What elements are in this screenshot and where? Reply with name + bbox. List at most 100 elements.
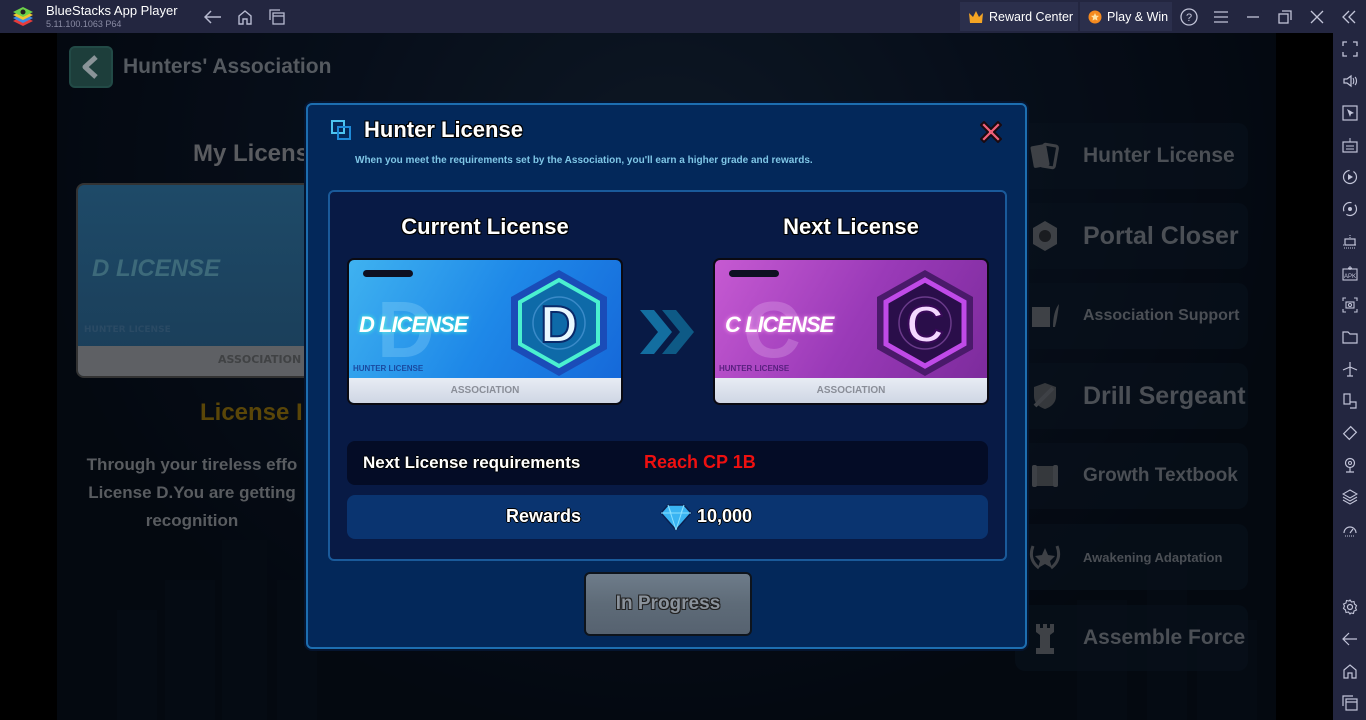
dialog-subtitle: When you meet the requirements set by th… <box>355 155 813 166</box>
cards-icon <box>1027 138 1063 174</box>
help-button[interactable]: ? <box>1178 6 1200 28</box>
association-label: ASSOCIATION <box>218 353 302 366</box>
card-name: D LICENSE <box>359 312 468 337</box>
collapse-sidebar-button[interactable] <box>1338 6 1360 28</box>
close-window-button[interactable] <box>1306 6 1328 28</box>
rewards-label: Rewards <box>506 506 582 526</box>
rook-icon <box>1027 620 1063 656</box>
menu-item-label: Drill Sergeant <box>1083 381 1246 410</box>
double-chevron-left-icon <box>1342 10 1356 24</box>
apk-install-icon[interactable]: APK <box>1339 262 1361 284</box>
menu-item-label: Portal Closer <box>1083 221 1239 250</box>
menu-item-label: Awakening Adaptation <box>1083 549 1223 565</box>
menu-button[interactable] <box>1210 6 1232 28</box>
rotate-icon[interactable] <box>1339 422 1361 444</box>
back-icon[interactable] <box>1339 628 1361 650</box>
in-progress-label: In Progress <box>615 593 721 614</box>
close-icon <box>1310 10 1324 24</box>
in-progress-button[interactable]: In Progress <box>584 572 752 636</box>
rewards-row: Rewards 10,000 <box>347 495 988 539</box>
current-license-title: Current License <box>401 214 569 239</box>
close-icon <box>980 121 1002 143</box>
airplane-icon[interactable] <box>1339 358 1361 380</box>
svg-text:D: D <box>540 296 578 354</box>
maximize-button[interactable] <box>1274 6 1296 28</box>
menu-item-hunter-license[interactable]: Hunter License <box>1015 123 1248 189</box>
menu-item-label: Growth Textbook <box>1083 465 1238 486</box>
settings-icon[interactable] <box>1339 596 1361 618</box>
screenshot-icon[interactable] <box>1339 294 1361 316</box>
menu-item-awakening-adaptation[interactable]: Awakening Adaptation <box>1015 524 1248 590</box>
license-description: Through your tireless effo License D.You… <box>62 451 322 535</box>
close-dialog-button[interactable] <box>976 117 1006 147</box>
game-viewport[interactable]: Hunters' Association My Licens D LICENSE… <box>0 33 1333 720</box>
association-label: ASSOCIATION <box>816 385 886 396</box>
windows-icon <box>269 9 285 25</box>
scroll-icon <box>1027 458 1063 494</box>
recent-apps-icon[interactable] <box>1339 692 1361 714</box>
license-panel: Current License Next License D D LICENSE… <box>328 190 1007 561</box>
minimize-button[interactable] <box>1242 6 1264 28</box>
svg-text:APK: APK <box>1344 274 1356 280</box>
crown-icon <box>969 10 983 23</box>
card-name: C LICENSE <box>725 312 834 337</box>
fullscreen-icon[interactable] <box>1339 38 1361 60</box>
folder-icon[interactable] <box>1339 326 1361 348</box>
requirements-label: Next License requirements <box>363 453 581 472</box>
double-chevron-right-icon <box>636 302 696 362</box>
hunter-license-label: HUNTER LICENSE <box>84 325 171 335</box>
multi-window-button[interactable] <box>266 6 288 28</box>
description-line: License D.You are getting <box>88 483 296 502</box>
bluestacks-sidebar: APK <box>1333 33 1366 720</box>
next-license-title: Next License <box>783 214 919 239</box>
home-icon <box>238 10 252 25</box>
menu-item-label: Assemble Force <box>1083 626 1246 649</box>
help-icon: ? <box>1180 8 1198 26</box>
performance-icon[interactable] <box>1339 518 1361 540</box>
reward-center-button[interactable]: Reward Center <box>960 2 1078 31</box>
license-card-name: D LICENSE <box>92 255 221 282</box>
hunter-license-label: HUNTER LICENSE <box>353 364 424 373</box>
minimize-icon <box>1247 16 1259 18</box>
menu-item-label: Association Support <box>1083 307 1240 324</box>
book-quill-icon <box>1027 298 1063 334</box>
hamburger-icon <box>1214 11 1228 23</box>
reward-center-label: Reward Center <box>989 9 1074 24</box>
diamond-gem-icon <box>660 503 692 531</box>
hunter-license-dialog: Hunter License When you meet the require… <box>306 103 1027 649</box>
back-button[interactable] <box>202 6 224 28</box>
svg-text:?: ? <box>1186 12 1192 24</box>
association-label: ASSOCIATION <box>450 385 520 396</box>
app-version: 5.11.100.1063 P64 <box>46 19 122 29</box>
menu-item-drill-sergeant[interactable]: Drill Sergeant <box>1015 363 1248 429</box>
menu-item-portal-closer[interactable]: Portal Closer <box>1015 203 1248 269</box>
layers-icon[interactable] <box>1339 486 1361 508</box>
play-win-label: Play & Win <box>1107 9 1169 24</box>
shield-sword-icon <box>1027 378 1063 414</box>
shake-icon[interactable] <box>1339 230 1361 252</box>
volume-icon[interactable] <box>1339 70 1361 92</box>
dialog-title: Hunter License <box>364 117 523 142</box>
my-license-card: D LICENSE HUNTER LICENSE ASSOCIATION <box>76 183 316 378</box>
restore-icon <box>1278 10 1292 24</box>
sync-icon[interactable] <box>1339 198 1361 220</box>
play-win-button[interactable]: Play & Win <box>1080 2 1172 31</box>
multi-instance-icon[interactable] <box>1339 390 1361 412</box>
menu-item-association-support[interactable]: Association Support <box>1015 283 1248 349</box>
c-rank-emblem-icon: C <box>873 268 977 378</box>
license-icon <box>330 119 354 143</box>
pointer-icon[interactable] <box>1339 102 1361 124</box>
menu-item-assemble-force[interactable]: Assemble Force <box>1015 605 1248 671</box>
macro-play-icon[interactable] <box>1339 166 1361 188</box>
hunter-license-label: HUNTER LICENSE <box>719 364 790 373</box>
description-line: Through your tireless effo <box>86 455 298 474</box>
home-button[interactable] <box>234 6 256 28</box>
laurel-star-icon <box>1027 539 1063 575</box>
keyboard-icon[interactable] <box>1339 134 1361 156</box>
back-nav-button[interactable] <box>69 46 113 88</box>
location-icon[interactable] <box>1339 454 1361 476</box>
requirements-value: Reach CP 1B <box>644 452 756 472</box>
menu-item-growth-textbook[interactable]: Growth Textbook <box>1015 443 1248 509</box>
home-icon[interactable] <box>1339 660 1361 682</box>
arrow-left-icon <box>204 10 221 24</box>
